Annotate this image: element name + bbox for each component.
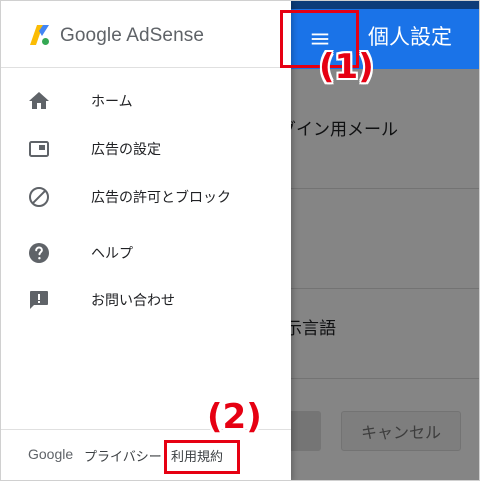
home-icon [29, 92, 49, 109]
screenshot-frame: 個人設定 グイン用メール 示言語 保存 キャンセル 個人設定 Goo [0, 0, 480, 481]
nav-item-ad-settings-label: 広告の設定 [91, 142, 161, 158]
footer-google-logo: Google [28, 446, 74, 462]
block-icon [29, 187, 49, 207]
adsense-logo-icon [30, 25, 49, 45]
nav-item-ad-settings[interactable]: 広告の設定 [1, 125, 291, 173]
page-title-visible: 個人設定 [368, 25, 452, 49]
nav-item-help[interactable]: ヘルプ [1, 229, 291, 277]
page-header-title-area: 個人設定 [360, 9, 479, 69]
nav-item-help-label: ヘルプ [91, 246, 133, 262]
adsense-logo-text: Google AdSense [60, 25, 205, 46]
nav-item-home-label: ホーム [91, 94, 133, 110]
annotation-label-2: (2) [207, 397, 262, 437]
help-icon [29, 243, 49, 263]
nav-item-contact[interactable]: お問い合わせ [1, 276, 291, 324]
nav-item-home[interactable]: ホーム [1, 77, 291, 125]
nav-item-allow-block-label: 広告の許可とブロック [91, 190, 231, 206]
nav-item-contact-label: お問い合わせ [91, 293, 175, 309]
annotation-box-2 [164, 440, 240, 474]
ad-settings-icon [29, 141, 49, 157]
annotation-label-1: (1) [319, 47, 374, 87]
nav-item-allow-block[interactable]: 広告の許可とブロック [1, 173, 291, 221]
feedback-icon [30, 291, 48, 309]
drawer-header: Google AdSense [1, 1, 291, 68]
privacy-link[interactable]: プライバシー [84, 446, 162, 465]
